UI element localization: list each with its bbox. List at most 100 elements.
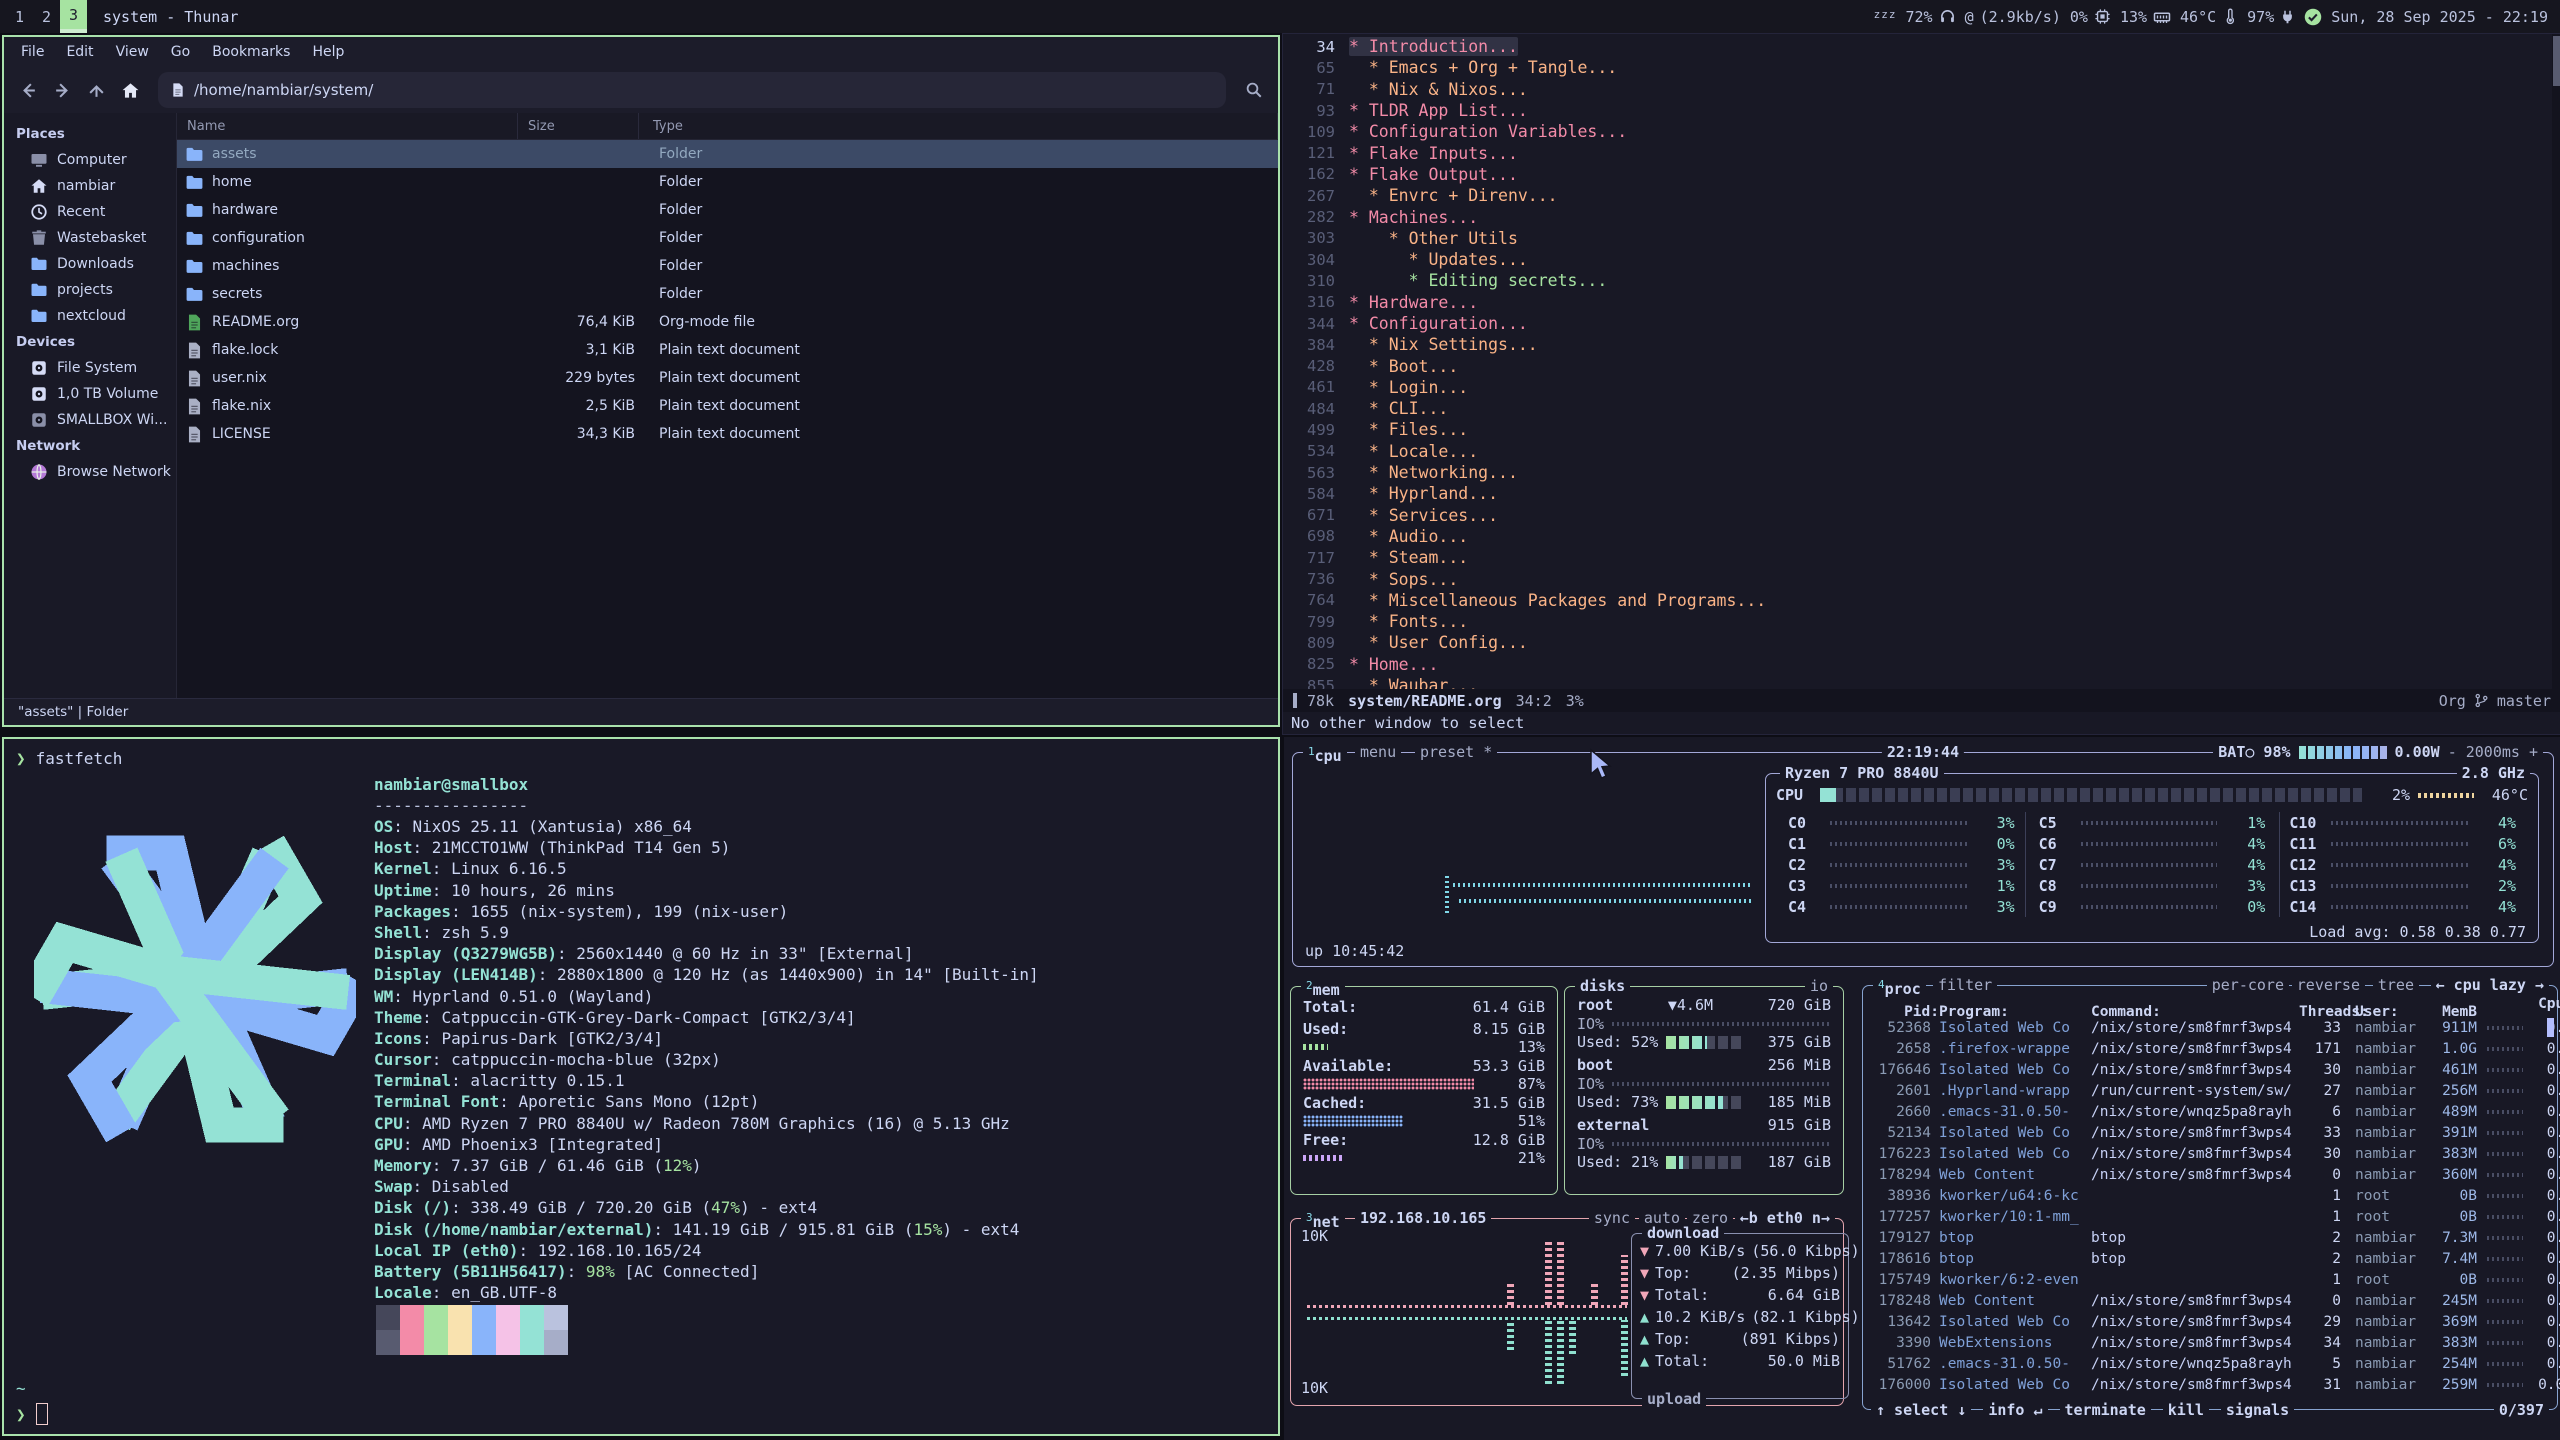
- org-heading-line[interactable]: 461 * Login...: [1283, 377, 2551, 398]
- search-button[interactable]: [1240, 76, 1268, 104]
- proc-footer-action[interactable]: signals: [2221, 1400, 2294, 1420]
- proc-footer-action[interactable]: terminate: [2060, 1400, 2151, 1420]
- org-heading-line[interactable]: 736 * Sops...: [1283, 568, 2551, 589]
- sidebar-item[interactable]: Browse Network: [4, 459, 176, 485]
- sidebar-item[interactable]: nambiar: [4, 173, 176, 199]
- org-heading-line[interactable]: 671 * Services...: [1283, 505, 2551, 526]
- column-header-name[interactable]: Name: [177, 113, 518, 139]
- process-row[interactable]: 2660 .emacs-31.0.50- /nix/store/wnqz5pa8…: [1863, 1101, 2557, 1122]
- menu-item[interactable]: View: [107, 41, 158, 63]
- process-row[interactable]: 3390 WebExtensions /nix/store/sm8fmrf3wp…: [1863, 1332, 2557, 1353]
- process-row[interactable]: 178294 Web Content /nix/store/sm8fmrf3wp…: [1863, 1164, 2557, 1185]
- org-heading-line[interactable]: 121 * Flake Inputs...: [1283, 142, 2551, 163]
- org-heading-line[interactable]: 698 * Audio...: [1283, 526, 2551, 547]
- proc-header[interactable]: Pid: Program: Command: Threads: User: Me…: [1863, 996, 2557, 1017]
- process-row[interactable]: 177257 kworker/10:1-mm_ 1 root 0B 0.0: [1863, 1206, 2557, 1227]
- file-row[interactable]: user.nix 229 bytes Plain text document: [177, 364, 1278, 392]
- proc-footer-action[interactable]: ↑ select ↓: [1871, 1400, 1971, 1420]
- org-heading-line[interactable]: 764 * Miscellaneous Packages and Program…: [1283, 590, 2551, 611]
- process-row[interactable]: 51762 .emacs-31.0.50- /nix/store/wnqz5pa…: [1863, 1353, 2557, 1374]
- process-row[interactable]: 176646 Isolated Web Co /nix/store/sm8fmr…: [1863, 1059, 2557, 1080]
- sync-tab[interactable]: sync: [1589, 1208, 1635, 1228]
- preset-tab[interactable]: preset *: [1415, 742, 1497, 762]
- org-heading-line[interactable]: 563 * Networking...: [1283, 462, 2551, 483]
- file-row[interactable]: LICENSE 34,3 KiB Plain text document: [177, 420, 1278, 448]
- org-heading-line[interactable]: 316 * Hardware...: [1283, 292, 2551, 313]
- file-row[interactable]: secrets Folder: [177, 280, 1278, 308]
- org-heading-line[interactable]: 809 * User Config...: [1283, 632, 2551, 653]
- org-heading-line[interactable]: 71 * Nix & Nixos...: [1283, 79, 2551, 100]
- cpu-panel-tab[interactable]: 1cpu: [1303, 742, 1347, 766]
- org-heading-line[interactable]: 310 * Editing secrets...: [1283, 270, 2551, 291]
- proc-footer-action[interactable]: kill: [2163, 1400, 2209, 1420]
- tree-tab[interactable]: tree: [2373, 975, 2419, 995]
- process-row[interactable]: 52368 Isolated Web Co /nix/store/sm8fmrf…: [1863, 1017, 2557, 1038]
- process-row[interactable]: 179127 btop btop 2 nambiar 7.3M 0.0: [1863, 1227, 2557, 1248]
- process-row[interactable]: 178616 btop btop 2 nambiar 7.4M 0.0: [1863, 1248, 2557, 1269]
- process-row[interactable]: 52134 Isolated Web Co /nix/store/sm8fmrf…: [1863, 1122, 2557, 1143]
- workspace-button[interactable]: 1: [6, 0, 33, 33]
- filter-tab[interactable]: filter: [1933, 975, 1997, 995]
- emacs-scrollbar[interactable]: [2552, 34, 2560, 694]
- org-heading-line[interactable]: 534 * Locale...: [1283, 441, 2551, 462]
- sidebar-item[interactable]: Recent: [4, 199, 176, 225]
- org-heading-line[interactable]: 282 * Machines...: [1283, 206, 2551, 227]
- mem-panel-tab[interactable]: 2mem: [1301, 976, 1345, 1000]
- path-field[interactable]: /home/nambiar/system/: [158, 72, 1226, 108]
- org-heading-line[interactable]: 267 * Envrc + Direnv...: [1283, 185, 2551, 206]
- home-button[interactable]: [116, 76, 144, 104]
- menu-item[interactable]: File: [12, 41, 53, 63]
- org-heading-line[interactable]: 162 * Flake Output...: [1283, 164, 2551, 185]
- process-row[interactable]: 2658 .firefox-wrappe /nix/store/sm8fmrf3…: [1863, 1038, 2557, 1059]
- terminal-cursor[interactable]: [36, 1403, 48, 1425]
- file-row[interactable]: flake.lock 3,1 KiB Plain text document: [177, 336, 1278, 364]
- process-row[interactable]: 2601 .Hyprland-wrapp /run/current-system…: [1863, 1080, 2557, 1101]
- workspace-button[interactable]: 2: [33, 0, 60, 33]
- workspace-button[interactable]: 3: [60, 0, 87, 33]
- sidebar-item[interactable]: Downloads: [4, 251, 176, 277]
- org-heading-line[interactable]: 799 * Fonts...: [1283, 611, 2551, 632]
- org-heading-line[interactable]: 65 * Emacs + Org + Tangle...: [1283, 57, 2551, 78]
- sidebar-item[interactable]: 1,0 TB Volume: [4, 381, 176, 407]
- up-button[interactable]: [82, 76, 110, 104]
- org-heading-line[interactable]: 34 * Introduction...: [1283, 36, 2551, 57]
- sort-tab[interactable]: ← cpu lazy →: [2431, 975, 2549, 995]
- process-row[interactable]: 176223 Isolated Web Co /nix/store/sm8fmr…: [1863, 1143, 2557, 1164]
- process-row[interactable]: 176000 Isolated Web Co /nix/store/sm8fmr…: [1863, 1374, 2557, 1395]
- process-row[interactable]: 178248 Web Content /nix/store/sm8fmrf3wp…: [1863, 1290, 2557, 1311]
- column-header-size[interactable]: Size: [518, 113, 639, 139]
- org-heading-line[interactable]: 499 * Files...: [1283, 419, 2551, 440]
- proc-scrollbar-thumb[interactable]: [2547, 1018, 2554, 1037]
- io-tab[interactable]: io: [1805, 976, 1833, 996]
- sidebar-item[interactable]: projects: [4, 277, 176, 303]
- menu-item[interactable]: Bookmarks: [203, 41, 299, 63]
- org-heading-line[interactable]: 428 * Boot...: [1283, 355, 2551, 376]
- file-row[interactable]: home Folder: [177, 168, 1278, 196]
- org-heading-line[interactable]: 109 * Configuration Variables...: [1283, 121, 2551, 142]
- process-row[interactable]: 175749 kworker/6:2-even 1 root 0B 0.0: [1863, 1269, 2557, 1290]
- org-heading-line[interactable]: 384 * Nix Settings...: [1283, 334, 2551, 355]
- org-heading-line[interactable]: 484 * CLI...: [1283, 398, 2551, 419]
- interface-tab[interactable]: ←b eth0 n→: [1735, 1208, 1835, 1228]
- file-row[interactable]: flake.nix 2,5 KiB Plain text document: [177, 392, 1278, 420]
- terminal-window[interactable]: ❯ fastfetch nambiar@smallbox -----------…: [2, 737, 1280, 1436]
- file-row[interactable]: README.org 76,4 KiB Org-mode file: [177, 308, 1278, 336]
- sidebar-item[interactable]: nextcloud: [4, 303, 176, 329]
- org-heading-line[interactable]: 344 * Configuration...: [1283, 313, 2551, 334]
- sidebar-item[interactable]: File System: [4, 355, 176, 381]
- org-heading-line[interactable]: 584 * Hyprland...: [1283, 483, 2551, 504]
- column-header-type[interactable]: Type: [639, 113, 1278, 139]
- per-core-tab[interactable]: per-core: [2207, 975, 2289, 995]
- sidebar-item[interactable]: SMALLBOX Wi...: [4, 407, 176, 433]
- proc-footer-action[interactable]: info ↵: [1983, 1400, 2047, 1420]
- proc-panel-tab[interactable]: 4proc: [1873, 975, 1926, 999]
- process-row[interactable]: 13642 Isolated Web Co /nix/store/sm8fmrf…: [1863, 1311, 2557, 1332]
- file-row[interactable]: assets Folder: [177, 140, 1278, 168]
- file-row[interactable]: machines Folder: [177, 252, 1278, 280]
- menu-item[interactable]: Edit: [57, 41, 102, 63]
- disks-panel-tab[interactable]: disks: [1575, 976, 1630, 996]
- menu-tab[interactable]: menu: [1355, 742, 1401, 762]
- org-heading-line[interactable]: 304 * Updates...: [1283, 249, 2551, 270]
- org-heading-line[interactable]: 303 * Other Utils: [1283, 228, 2551, 249]
- file-row[interactable]: hardware Folder: [177, 196, 1278, 224]
